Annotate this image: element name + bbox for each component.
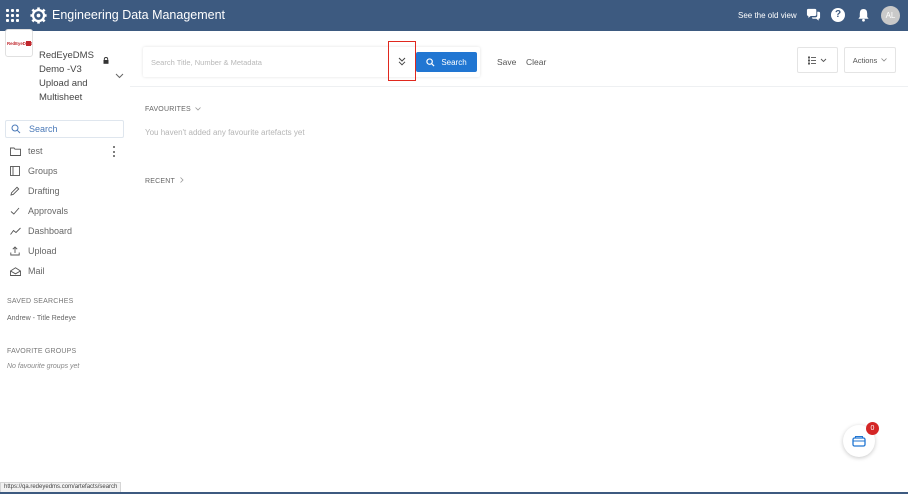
list-view-icon: [807, 56, 826, 64]
basket-icon: [852, 435, 866, 447]
favourites-title: FAVOURITES: [145, 106, 191, 113]
gear-logo-icon: [30, 7, 47, 24]
recent-title: RECENT: [145, 178, 175, 185]
mail-icon: [9, 265, 21, 277]
chevron-right-icon: [180, 177, 184, 183]
sidebar-item-label: test: [28, 146, 43, 156]
search-button[interactable]: Search: [416, 52, 477, 72]
sidebar-item-label: Groups: [28, 166, 58, 176]
favorite-groups-title: FAVORITE GROUPS: [7, 348, 77, 355]
sidebar-item-search[interactable]: Search: [5, 120, 124, 138]
sidebar-item-mail[interactable]: Mail: [5, 262, 124, 280]
chart-line-icon: [9, 225, 21, 237]
lock-icon: [103, 57, 109, 64]
recent-header[interactable]: RECENT: [145, 177, 184, 185]
user-avatar[interactable]: AL: [881, 6, 900, 25]
sidebar-item-dashboard[interactable]: Dashboard: [5, 222, 124, 240]
sidebar-item-label: Upload: [28, 246, 57, 256]
app-launcher-icon[interactable]: [6, 9, 19, 22]
save-search-link[interactable]: Save: [497, 57, 516, 67]
project-logo: RedEyeDMS: [5, 29, 33, 57]
chevron-down-icon: [881, 58, 888, 62]
sidebar-item-label: Mail: [28, 266, 45, 276]
view-options-button[interactable]: [797, 47, 838, 73]
sidebar-item-label: Drafting: [28, 186, 60, 196]
pencil-icon: [9, 185, 21, 197]
groups-icon: [9, 165, 21, 177]
sidebar-item-drafting[interactable]: Drafting: [5, 182, 124, 200]
sidebar-item-label: Search: [29, 124, 58, 134]
sidebar-item-approvals[interactable]: Approvals: [5, 202, 124, 220]
sidebar-item-label: Approvals: [28, 206, 69, 216]
search-button-label: Search: [441, 57, 467, 67]
chevron-down-icon: [195, 107, 201, 111]
help-icon[interactable]: ?: [831, 8, 845, 22]
favourites-empty-text: You haven't added any favourite artefact…: [145, 128, 305, 137]
project-name[interactable]: RedEyeDMS Demo -V3 Upload and Multisheet: [39, 49, 99, 105]
saved-search-item[interactable]: Andrew - Title Redeye: [7, 315, 76, 322]
actions-label: Actions: [852, 55, 878, 65]
search-input[interactable]: [151, 56, 381, 68]
advanced-search-toggle[interactable]: [388, 41, 416, 81]
app-title: Engineering Data Management: [52, 8, 226, 22]
old-view-link[interactable]: See the old view: [738, 11, 797, 20]
more-options-icon[interactable]: [113, 146, 116, 157]
project-chevron-down-icon[interactable]: [115, 73, 124, 79]
check-icon: [9, 205, 21, 217]
clear-search-link[interactable]: Clear: [526, 57, 546, 67]
saved-searches-title: SAVED SEARCHES: [7, 298, 74, 305]
double-chevron-down-icon: [398, 57, 406, 66]
divider: [130, 86, 908, 87]
actions-dropdown[interactable]: Actions: [844, 47, 896, 73]
basket-count-badge: 0: [866, 422, 879, 435]
chat-icon[interactable]: [806, 8, 821, 22]
project-logo-mark: [26, 41, 31, 46]
sidebar-item-upload[interactable]: Upload: [5, 242, 124, 260]
sidebar-item-test[interactable]: test: [5, 142, 124, 160]
top-bar: Engineering Data Management See the old …: [0, 0, 908, 31]
favourites-header[interactable]: FAVOURITES: [145, 106, 201, 113]
upload-icon: [9, 245, 21, 257]
sidebar-item-label: Dashboard: [28, 226, 73, 236]
search-icon: [10, 123, 22, 135]
sidebar-item-groups[interactable]: Groups: [5, 162, 124, 180]
folder-icon: [9, 145, 21, 157]
bell-icon[interactable]: [857, 8, 870, 22]
search-icon: [426, 57, 435, 67]
favorite-groups-empty: No favourite groups yet: [7, 363, 80, 370]
